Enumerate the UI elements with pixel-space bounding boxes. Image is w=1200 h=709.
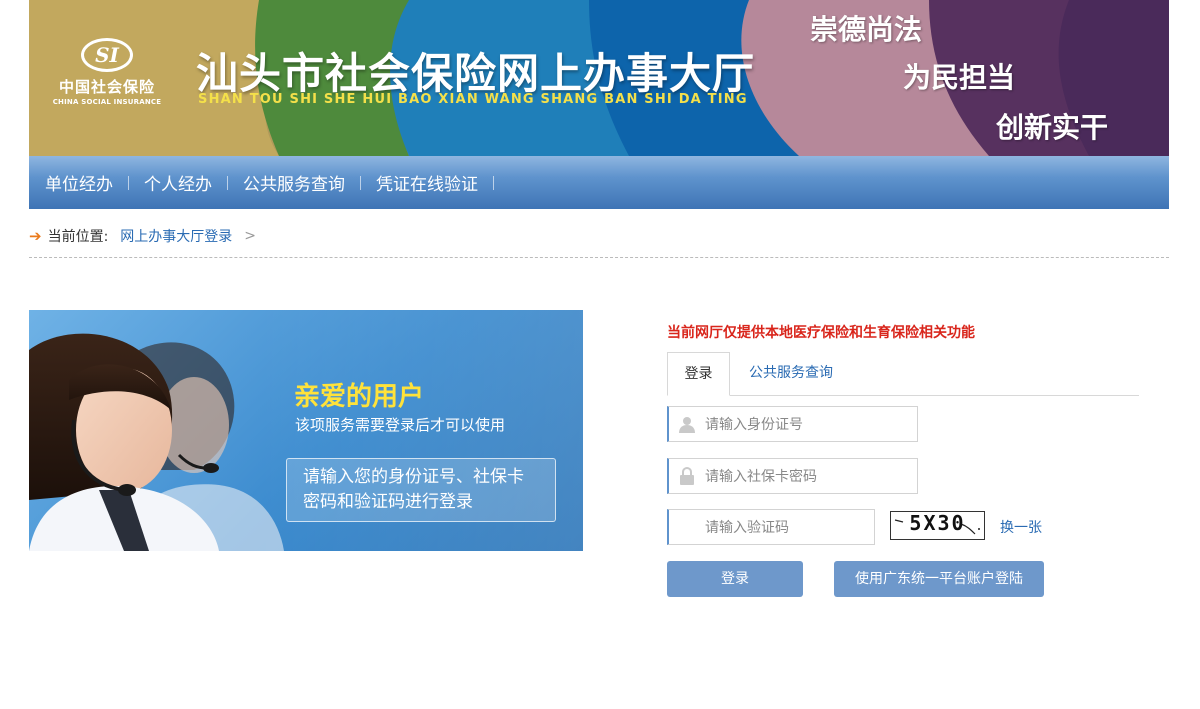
tab-login[interactable]: 登录 [667, 352, 730, 396]
promo-image: 亲爱的用户 该项服务需要登录后才可以使用 请输入您的身份证号、社保卡 密码和验证… [29, 310, 583, 551]
nav-divider [493, 175, 494, 190]
refresh-captcha-link[interactable]: 换一张 [1000, 517, 1042, 537]
nav-divider [227, 175, 228, 190]
site-subtitle-pinyin: SHAN TOU SHI SHE HUI BAO XIAN WANG SHANG… [198, 92, 748, 107]
nav-item-voucher-verify[interactable]: 凭证在线验证 [376, 170, 478, 195]
password-input[interactable]: 请输入社保卡密码 [667, 458, 918, 494]
nav-divider [128, 175, 129, 190]
user-icon [669, 407, 705, 441]
china-social-insurance-logo: SI 中国社会保险 CHINA SOCIAL INSURANCE [43, 38, 171, 110]
captcha-input[interactable]: 请输入验证码 [667, 509, 875, 545]
header-banner: SI 中国社会保险 CHINA SOCIAL INSURANCE 汕头市社会保险… [29, 0, 1169, 156]
service-notice: 当前网厅仅提供本地医疗保险和生育保险相关功能 [667, 325, 975, 341]
promo-description: 该项服务需要登录后才可以使用 [295, 416, 506, 434]
captcha-placeholder: 请输入验证码 [705, 520, 789, 536]
breadcrumb-separator: > [244, 227, 257, 244]
nav-item-personal-services[interactable]: 个人经办 [144, 170, 212, 195]
arrow-right-icon: ➔ [29, 226, 42, 245]
slogan-2: 为民担当 [903, 61, 1016, 94]
breadcrumb-link-login[interactable]: 网上办事大厅登录 [120, 226, 232, 246]
slogan-3: 创新实干 [996, 111, 1109, 144]
breadcrumb-prefix: 当前位置: [47, 228, 109, 245]
tab-public-query[interactable]: 公共服务查询 [749, 352, 833, 396]
nav-item-unit-services[interactable]: 单位经办 [45, 170, 113, 195]
promo-instruction-line: 密码和验证码进行登录 [303, 492, 473, 512]
main-nav: 单位经办 个人经办 公共服务查询 凭证在线验证 [29, 156, 1169, 209]
captcha-image[interactable]: 5X30 [890, 511, 985, 540]
logo-english-text: CHINA SOCIAL INSURANCE [52, 98, 162, 106]
login-tabs: 登录 公共服务查询 [667, 352, 1139, 396]
lock-icon [669, 459, 705, 493]
guangdong-platform-login-button[interactable]: 使用广东统一平台账户登陆 [834, 561, 1044, 597]
slogan-1: 崇德尚法 [810, 13, 923, 46]
promo-instruction-box: 请输入您的身份证号、社保卡 密码和验证码进行登录 [286, 458, 556, 522]
promo-instruction-line: 请输入您的身份证号、社保卡 [303, 467, 524, 487]
captcha-text: 5X30 [909, 511, 966, 535]
promo-title: 亲爱的用户 [294, 382, 425, 412]
password-placeholder: 请输入社保卡密码 [705, 469, 817, 485]
logo-chinese-text: 中国社会保险 [58, 78, 155, 96]
nav-divider [360, 175, 361, 190]
nav-item-public-query[interactable]: 公共服务查询 [243, 170, 345, 195]
si-logo-mark: SI [81, 38, 133, 72]
breadcrumb: ➔ 当前位置: 网上办事大厅登录 > [29, 222, 1169, 258]
id-number-placeholder: 请输入身份证号 [705, 417, 803, 433]
login-button[interactable]: 登录 [667, 561, 803, 597]
id-number-input[interactable]: 请输入身份证号 [667, 406, 918, 442]
